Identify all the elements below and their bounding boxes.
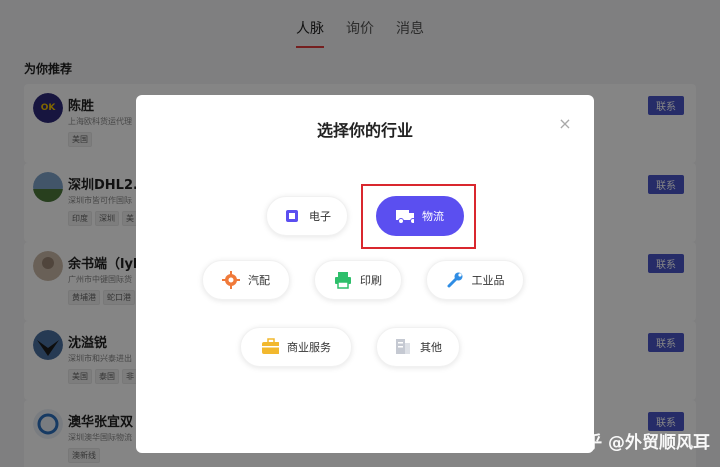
industry-option-business-services[interactable]: 商业服务 [240, 327, 352, 367]
watermark: 知乎 @外贸顺风耳 [568, 433, 710, 453]
industry-option-electronics[interactable]: 电子 [266, 196, 348, 236]
close-icon[interactable]: × [556, 115, 574, 133]
option-label: 电子 [309, 210, 331, 223]
industry-modal: 选择你的行业 × 电子 物流 汽配 印刷 工业品 商业服务 其他 [136, 95, 594, 453]
industry-option-logistics[interactable]: 物流 [376, 196, 464, 236]
option-label: 汽配 [248, 274, 270, 287]
industry-option-other[interactable]: 其他 [376, 327, 460, 367]
modal-title: 选择你的行业 [316, 121, 413, 140]
option-label: 工业品 [471, 274, 505, 287]
option-label: 商业服务 [287, 341, 331, 354]
briefcase-icon [261, 338, 279, 356]
option-label: 印刷 [360, 274, 382, 287]
industry-option-auto-parts[interactable]: 汽配 [202, 260, 290, 300]
industry-option-printing[interactable]: 印刷 [314, 260, 402, 300]
document-icon [394, 338, 412, 356]
printer-icon [334, 271, 352, 289]
wrench-icon [446, 271, 464, 289]
option-label: 物流 [422, 210, 444, 223]
truck-icon [396, 207, 414, 225]
option-label: 其他 [420, 341, 442, 354]
gear-icon [222, 271, 240, 289]
industry-option-industrial[interactable]: 工业品 [426, 260, 524, 300]
chip-icon [283, 207, 301, 225]
